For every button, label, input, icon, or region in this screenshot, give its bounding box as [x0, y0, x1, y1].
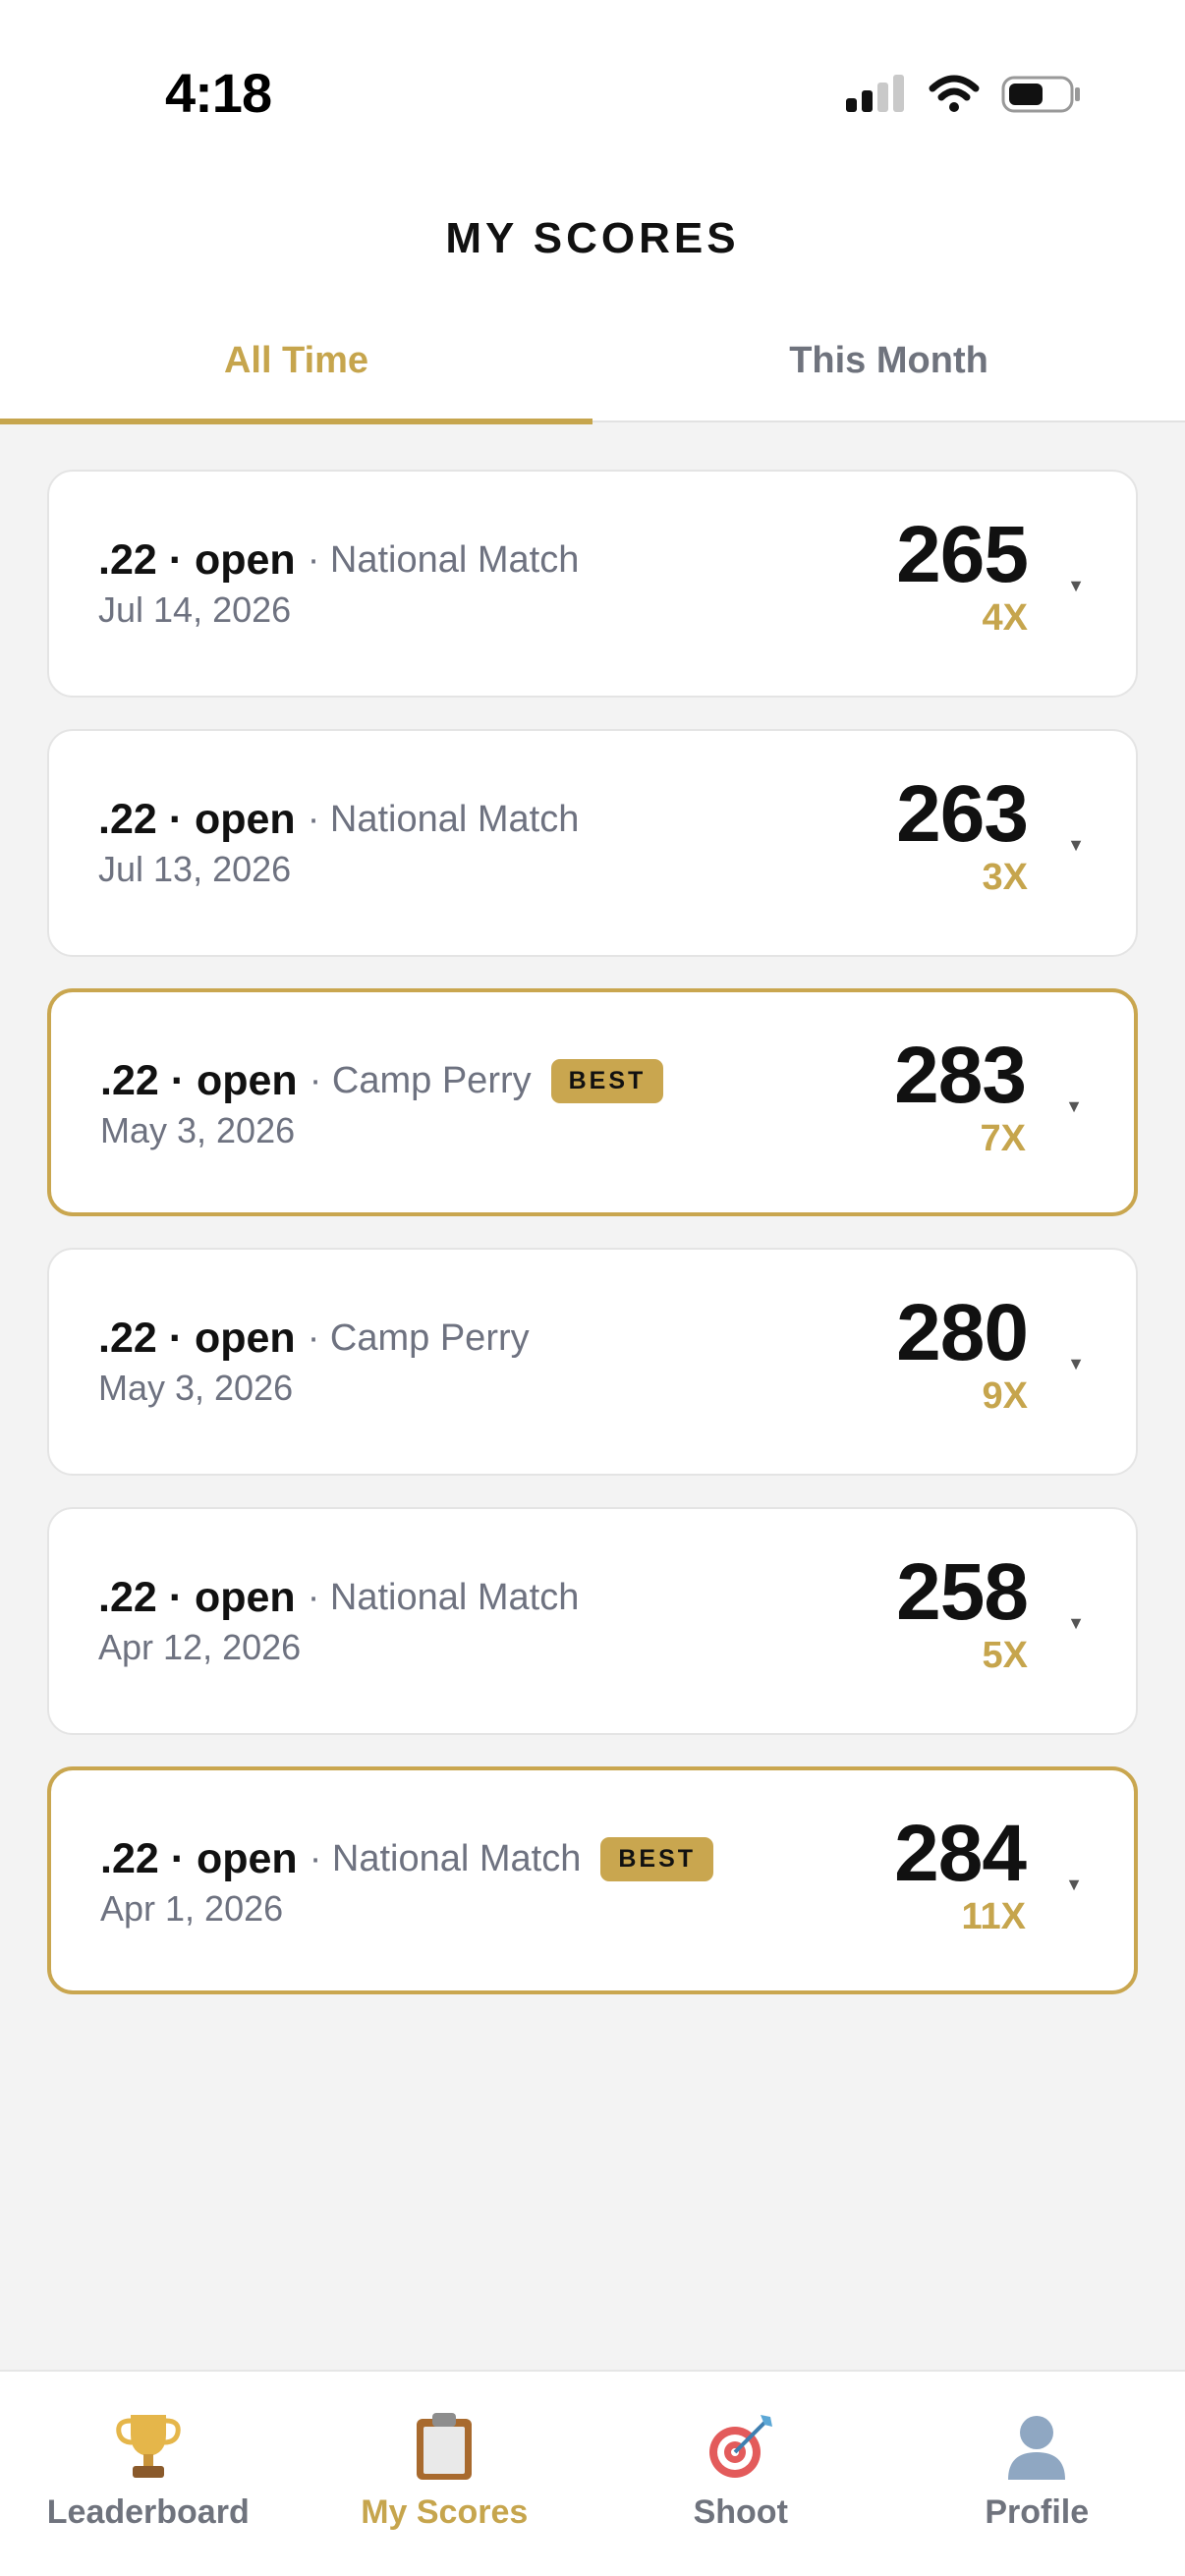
score-x-count: 9X	[982, 1375, 1028, 1417]
status-time: 4:18	[165, 62, 272, 124]
score-values: 283 7X	[894, 1031, 1027, 1160]
score-caliber: .22 · open	[98, 1573, 296, 1621]
score-info: .22 · open · National Match BEST Apr 1, …	[100, 1831, 714, 1930]
nav-label: My Scores	[361, 2493, 529, 2531]
nav-my-scores[interactable]: My Scores	[297, 2372, 593, 2576]
score-card-best[interactable]: .22 · open · Camp Perry BEST May 3, 2026…	[47, 988, 1138, 1216]
cellular-signal-icon	[846, 75, 904, 112]
score-card-best[interactable]: .22 · open · National Match BEST Apr 1, …	[47, 1766, 1138, 1994]
score-caliber: .22 · open	[100, 1834, 298, 1882]
score-total: 284	[894, 1809, 1027, 1898]
profile-icon	[1001, 2411, 1072, 2482]
score-list: .22 · open · National Match Jul 14, 2026…	[47, 470, 1138, 2026]
score-card[interactable]: .22 · open · National Match Jul 14, 2026…	[47, 470, 1138, 698]
score-date: May 3, 2026	[98, 1368, 294, 1408]
score-x-count: 7X	[980, 1118, 1026, 1159]
score-info: .22 · open · National Match Jul 13, 2026	[98, 792, 579, 890]
score-match: · National Match	[307, 538, 580, 581]
score-info: .22 · open · Camp Perry May 3, 2026	[98, 1311, 530, 1409]
expand-chevron-icon[interactable]: ▼	[1065, 1096, 1083, 1117]
header: MY SCORES All Time This Month	[0, 167, 1185, 424]
score-x-count: 5X	[982, 1635, 1028, 1676]
score-x-count: 4X	[982, 597, 1028, 639]
nav-label: Shoot	[693, 2493, 788, 2531]
score-title-row: .22 · open · National Match	[98, 792, 579, 847]
score-date: Apr 12, 2026	[98, 1627, 302, 1667]
best-badge: BEST	[550, 1058, 664, 1103]
score-values: 280 9X	[896, 1288, 1029, 1418]
nav-label: Profile	[985, 2493, 1090, 2531]
score-info: .22 · open · National Match Apr 12, 2026	[98, 1570, 579, 1668]
nav-leaderboard[interactable]: Leaderboard	[0, 2372, 297, 2576]
score-title-row: .22 · open · National Match	[98, 532, 579, 588]
expand-chevron-icon[interactable]: ▼	[1065, 1875, 1083, 1895]
score-values: 265 4X	[896, 510, 1029, 640]
score-caliber: .22 · open	[100, 1056, 298, 1104]
score-caliber: .22 · open	[98, 795, 296, 843]
score-total: 263	[896, 769, 1029, 859]
score-title-row: .22 · open · National Match BEST	[100, 1831, 714, 1886]
score-caliber: .22 · open	[98, 535, 296, 584]
score-match: · Camp Perry	[307, 1316, 530, 1359]
score-title-row: .22 · open · Camp Perry	[98, 1311, 530, 1366]
nav-label: Leaderboard	[46, 2493, 250, 2531]
bottom-nav: Leaderboard My Scores Shoot Profile	[0, 2370, 1185, 2576]
tab-this-month[interactable]: This Month	[592, 314, 1185, 422]
score-x-count: 11X	[961, 1896, 1026, 1937]
score-values: 284 11X	[894, 1809, 1027, 1938]
score-match: · Camp Perry	[309, 1059, 532, 1101]
target-icon	[705, 2411, 776, 2482]
score-total: 258	[896, 1547, 1029, 1637]
nav-shoot[interactable]: Shoot	[592, 2372, 889, 2576]
expand-chevron-icon[interactable]: ▼	[1067, 1354, 1085, 1374]
score-values: 258 5X	[896, 1547, 1029, 1677]
score-match: · National Match	[307, 1576, 580, 1618]
score-card[interactable]: .22 · open · National Match Jul 13, 2026…	[47, 729, 1138, 957]
score-match: · National Match	[307, 798, 580, 840]
status-bar: 4:18	[0, 0, 1185, 167]
score-date: Jul 14, 2026	[98, 589, 292, 630]
score-caliber: .22 · open	[98, 1314, 296, 1362]
tab-all-time[interactable]: All Time	[0, 314, 592, 424]
tab-bar: All Time This Month	[0, 314, 1185, 424]
wifi-icon	[929, 75, 980, 112]
score-values: 263 3X	[896, 769, 1029, 899]
expand-chevron-icon[interactable]: ▼	[1067, 1613, 1085, 1634]
score-date: Jul 13, 2026	[98, 849, 292, 889]
expand-chevron-icon[interactable]: ▼	[1067, 576, 1085, 596]
best-badge: BEST	[600, 1836, 714, 1881]
score-match: · National Match	[309, 1837, 582, 1879]
score-title-row: .22 · open · National Match	[98, 1570, 579, 1625]
score-total: 280	[896, 1288, 1029, 1377]
score-total: 265	[896, 510, 1029, 599]
score-title-row: .22 · open · Camp Perry BEST	[100, 1053, 664, 1108]
score-date: May 3, 2026	[100, 1110, 296, 1150]
expand-chevron-icon[interactable]: ▼	[1067, 835, 1085, 856]
battery-icon	[1001, 76, 1080, 113]
nav-profile[interactable]: Profile	[889, 2372, 1185, 2576]
trophy-icon	[113, 2411, 184, 2482]
score-total: 283	[894, 1031, 1027, 1120]
page-title: MY SCORES	[445, 214, 740, 262]
status-icons	[846, 75, 1082, 114]
clipboard-icon	[409, 2411, 480, 2482]
score-card[interactable]: .22 · open · Camp Perry May 3, 2026 280 …	[47, 1248, 1138, 1476]
score-x-count: 3X	[982, 857, 1028, 898]
score-card[interactable]: .22 · open · National Match Apr 12, 2026…	[47, 1507, 1138, 1735]
score-date: Apr 1, 2026	[100, 1888, 284, 1929]
score-info: .22 · open · National Match Jul 14, 2026	[98, 532, 579, 631]
score-info: .22 · open · Camp Perry BEST May 3, 2026	[100, 1053, 664, 1151]
app-screen: 4:18 MY SCORES All Time This Month .22 ·…	[0, 0, 1185, 2576]
